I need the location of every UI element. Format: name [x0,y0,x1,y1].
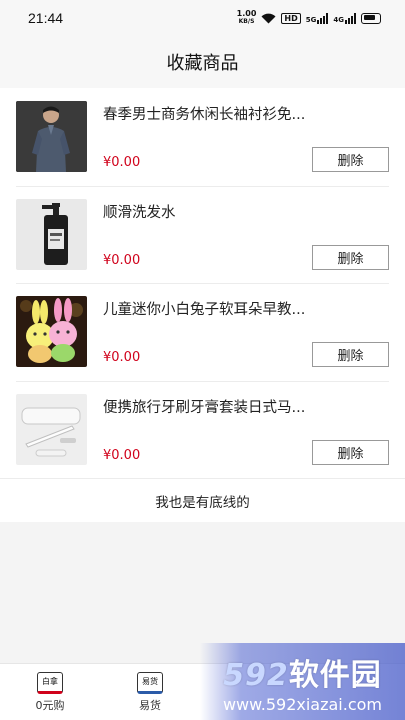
delete-button[interactable]: 删除 [312,147,389,173]
delete-button[interactable]: 删除 [312,342,389,368]
hd-badge: HD [281,12,301,24]
delete-button[interactable]: 删除 [312,439,389,465]
status-bar: 21:44 1.00 KB/S HD 5G 4G [0,0,405,36]
delete-button[interactable]: 删除 [312,244,389,270]
tab-barter[interactable]: 易货 易货 [100,664,200,720]
product-price: ¥0.00 [103,350,141,366]
tab-label: 易货 [139,698,161,712]
product-price: ¥0.00 [103,447,141,463]
product-image[interactable] [16,393,87,465]
tab-free-buy[interactable]: 白拿 0元购 [0,664,100,720]
end-of-list-text: 我也是有底线的 [0,478,405,522]
signal-4g-icon: 4G [333,12,356,24]
list-item[interactable]: 便携旅行牙刷牙膏套装日式马... ¥0.00 删除 [0,380,405,479]
network-speed: 1.00 KB/S [236,9,257,26]
site-watermark: 592软件园 www.592xiazai.com [200,643,405,720]
product-title[interactable]: 儿童迷你小白兔子软耳朵早教... [103,298,313,319]
status-time: 21:44 [28,10,64,26]
wifi-icon [261,13,276,24]
page-title: 收藏商品 [166,53,239,74]
favorites-list: 春季男士商务休闲长袖衬衫免... ¥0.00 删除 顺滑洗发水 ¥0.00 删除 [0,88,405,478]
product-image[interactable] [16,101,87,173]
product-title[interactable]: 便携旅行牙刷牙膏套装日式马... [103,396,313,417]
product-price: ¥0.00 [103,252,141,268]
product-image[interactable] [16,198,87,270]
barter-tab-icon: 易货 [137,671,163,694]
list-item[interactable]: 顺滑洗发水 ¥0.00 删除 [0,185,405,284]
list-item[interactable]: 儿童迷你小白兔子软耳朵早教... ¥0.00 删除 [0,283,405,381]
product-price: ¥0.00 [103,155,141,171]
list-item[interactable]: 春季男士商务休闲长袖衬衫免... ¥0.00 删除 [0,88,405,186]
free-buy-tab-icon: 白拿 [37,671,63,694]
product-title[interactable]: 顺滑洗发水 [103,201,313,222]
signal-5g-icon: 5G [306,12,329,24]
product-image[interactable] [16,296,87,368]
page-header: 收藏商品 [0,36,405,88]
status-icons: 1.00 KB/S HD 5G 4G [237,10,381,26]
tab-label: 0元购 [35,698,65,712]
battery-icon [361,12,381,24]
product-title[interactable]: 春季男士商务休闲长袖衬衫免... [103,103,313,124]
